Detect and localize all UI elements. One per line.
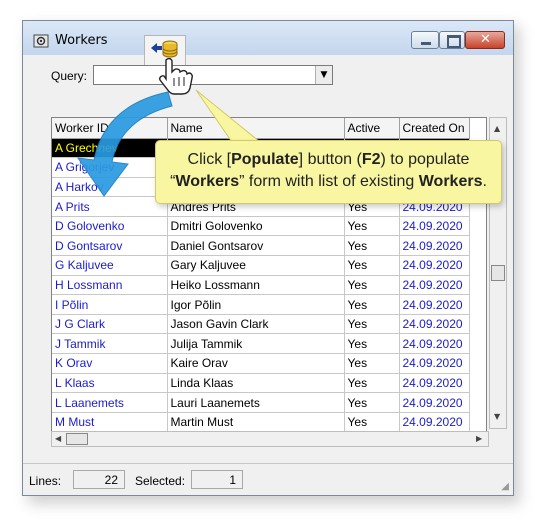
callout-text: ) to populate bbox=[380, 151, 470, 168]
callout-text: ” form with list of existing bbox=[239, 173, 419, 190]
callout-text: . bbox=[482, 173, 487, 190]
callout-line-1: Click [Populate] button (F2) to populate bbox=[156, 149, 501, 171]
tutorial-overlay bbox=[76, 57, 262, 197]
callout-text-bold: Workers bbox=[418, 173, 483, 190]
callout-text: ] button ( bbox=[298, 151, 362, 168]
callout-text-bold: Populate bbox=[231, 151, 299, 168]
callout-text-bold: F2 bbox=[361, 151, 381, 168]
hand-pointer-icon bbox=[159, 57, 193, 95]
callout-pointer bbox=[195, 89, 262, 143]
callout-text-bold: Workers bbox=[175, 173, 240, 190]
tutorial-callout: Click [Populate] button (F2) to populate… bbox=[155, 140, 502, 204]
callout-text: Click [ bbox=[187, 151, 232, 168]
callout-line-2: “Workers” form with list of existing Wor… bbox=[156, 171, 501, 193]
